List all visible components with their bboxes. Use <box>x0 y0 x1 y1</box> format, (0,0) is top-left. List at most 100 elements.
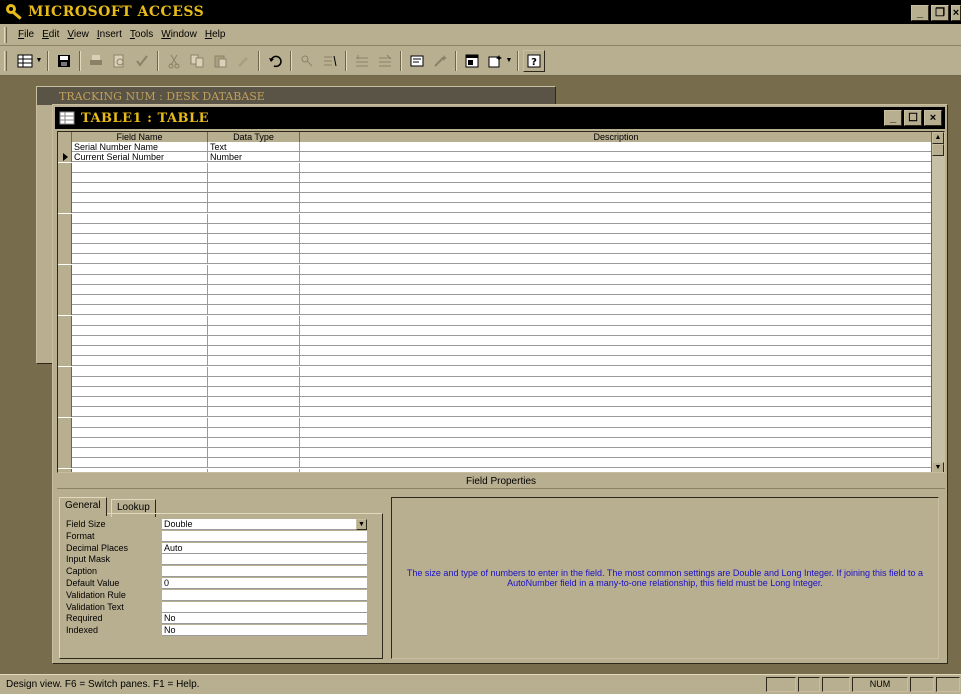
data-type-cell[interactable] <box>208 376 300 387</box>
data-type-cell[interactable] <box>208 172 300 183</box>
table-row[interactable] <box>58 295 933 306</box>
description-cell[interactable] <box>300 254 933 265</box>
field-name-cell[interactable] <box>72 325 208 336</box>
description-cell[interactable] <box>300 203 933 214</box>
field-name-cell[interactable] <box>72 193 208 204</box>
view-dropdown-icon[interactable]: ▼ <box>35 57 43 64</box>
data-type-cell[interactable] <box>208 366 300 377</box>
table-row[interactable] <box>58 264 933 275</box>
data-type-cell[interactable] <box>208 295 300 306</box>
data-type-cell[interactable]: Text <box>208 142 300 153</box>
field-name-cell[interactable] <box>72 468 208 472</box>
description-cell[interactable] <box>300 325 933 336</box>
row-selector[interactable] <box>58 223 72 234</box>
description-cell[interactable] <box>300 234 933 244</box>
data-type-cell[interactable] <box>208 183 300 193</box>
table-design-window[interactable]: TABLE1 : TABLE _ ☐ × Field Name Data Type… <box>52 104 948 664</box>
scroll-down-button[interactable]: ▼ <box>932 462 944 472</box>
print-preview-button[interactable] <box>108 50 130 72</box>
copy-button[interactable] <box>186 50 208 72</box>
table-row[interactable] <box>58 285 933 295</box>
field-name-cell[interactable] <box>72 458 208 469</box>
field-name-cell[interactable] <box>72 397 208 408</box>
row-selector[interactable] <box>58 397 72 408</box>
menu-edit[interactable]: Edit <box>38 29 63 40</box>
row-selector[interactable] <box>58 366 72 377</box>
database-window-button[interactable] <box>461 50 483 72</box>
field-name-cell[interactable] <box>72 183 208 193</box>
menubar-grip[interactable] <box>4 27 7 43</box>
row-selector[interactable] <box>58 172 72 183</box>
description-cell[interactable] <box>300 223 933 234</box>
data-type-cell[interactable] <box>208 468 300 472</box>
table-row[interactable] <box>58 376 933 387</box>
property-value-field[interactable] <box>162 589 367 601</box>
table-row[interactable] <box>58 223 933 234</box>
field-name-cell[interactable] <box>72 448 208 459</box>
data-type-cell[interactable] <box>208 325 300 336</box>
table-row[interactable] <box>58 325 933 336</box>
field-name-cell[interactable] <box>72 223 208 234</box>
data-type-cell[interactable] <box>208 427 300 438</box>
table-maximize-button[interactable]: ☐ <box>904 110 922 126</box>
property-value-field[interactable]: 0 <box>162 577 367 589</box>
row-selector[interactable] <box>58 407 72 418</box>
table-row[interactable] <box>58 427 933 438</box>
property-value-field[interactable]: Double ▼ <box>162 519 367 530</box>
field-name-cell[interactable] <box>72 387 208 397</box>
scroll-up-button[interactable]: ▲ <box>932 132 944 144</box>
description-cell[interactable] <box>300 438 933 448</box>
description-cell[interactable] <box>300 427 933 438</box>
description-cell[interactable] <box>300 468 933 472</box>
data-type-cell[interactable] <box>208 234 300 244</box>
minimize-button[interactable]: _ <box>911 5 929 21</box>
data-type-cell[interactable] <box>208 346 300 357</box>
data-type-cell[interactable] <box>208 448 300 459</box>
field-name-cell[interactable] <box>72 336 208 346</box>
row-selector[interactable] <box>58 468 72 472</box>
description-cell[interactable] <box>300 376 933 387</box>
table-row[interactable] <box>58 172 933 183</box>
description-cell[interactable] <box>300 448 933 459</box>
description-cell[interactable] <box>300 336 933 346</box>
field-grid[interactable]: Field Name Data Type Description Serial Num… <box>57 131 945 473</box>
spelling-button[interactable] <box>131 50 153 72</box>
field-name-cell[interactable] <box>72 244 208 255</box>
vertical-scrollbar[interactable]: ▲ ▼ <box>931 132 944 472</box>
property-value-field[interactable]: Auto <box>162 542 367 554</box>
row-selector[interactable] <box>58 162 72 173</box>
table-row[interactable] <box>58 274 933 285</box>
table-minimize-button[interactable]: _ <box>884 110 902 126</box>
description-cell[interactable] <box>300 213 933 224</box>
row-selector[interactable] <box>58 264 72 275</box>
field-size-dropdown-button[interactable]: ▼ <box>356 519 367 530</box>
row-selector[interactable] <box>58 295 72 306</box>
row-selector[interactable] <box>58 193 72 204</box>
row-selector[interactable] <box>58 356 72 367</box>
description-cell[interactable] <box>300 417 933 428</box>
data-type-cell[interactable] <box>208 417 300 428</box>
data-type-cell[interactable] <box>208 193 300 204</box>
table-row[interactable] <box>58 468 933 472</box>
primary-key-button[interactable] <box>296 50 318 72</box>
table-row[interactable] <box>58 183 933 193</box>
description-cell[interactable] <box>300 142 933 153</box>
row-selector[interactable] <box>58 152 72 163</box>
field-name-cell[interactable] <box>72 376 208 387</box>
table-row[interactable] <box>58 438 933 448</box>
save-button[interactable] <box>53 50 75 72</box>
data-type-cell[interactable] <box>208 223 300 234</box>
description-cell[interactable] <box>300 183 933 193</box>
table-row[interactable] <box>58 397 933 408</box>
data-type-cell[interactable] <box>208 397 300 408</box>
description-cell[interactable] <box>300 285 933 295</box>
table-row[interactable] <box>58 448 933 459</box>
row-selector[interactable] <box>58 376 72 387</box>
help-button[interactable]: ? <box>523 49 545 72</box>
row-selector[interactable] <box>58 305 72 316</box>
field-name-cell[interactable] <box>72 346 208 357</box>
description-cell[interactable] <box>300 264 933 275</box>
column-header-description[interactable]: Description <box>300 132 933 142</box>
data-type-cell[interactable] <box>208 162 300 173</box>
data-type-cell[interactable] <box>208 285 300 295</box>
